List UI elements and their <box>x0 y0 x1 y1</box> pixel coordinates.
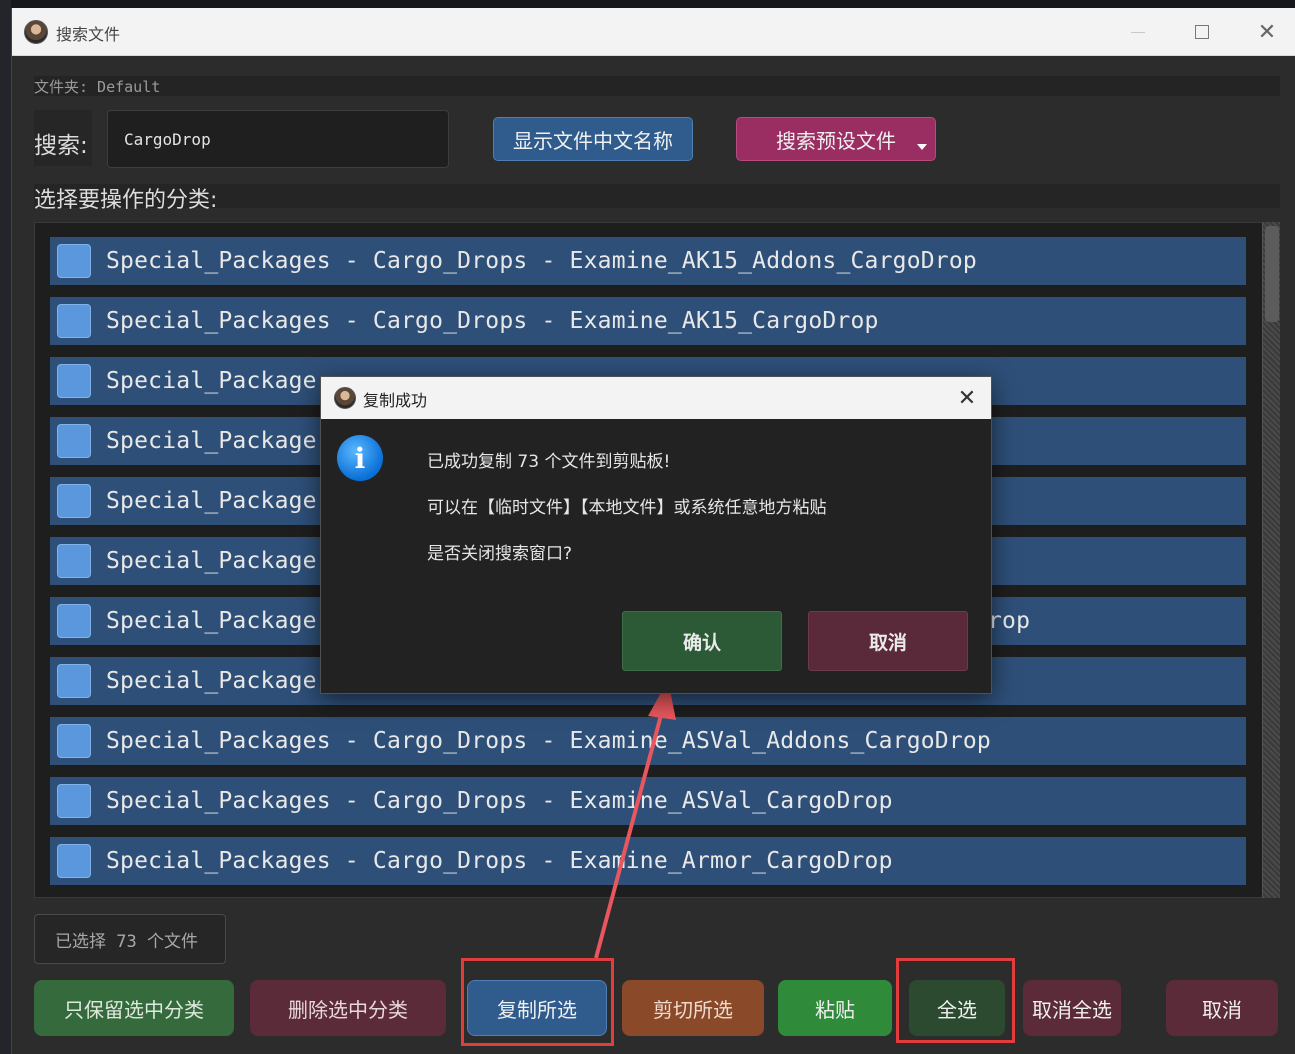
title-bar[interactable]: 搜索文件 ✕ <box>12 8 1295 56</box>
list-scrollbar[interactable] <box>1262 222 1280 898</box>
dialog-title: 复制成功 <box>363 391 428 410</box>
info-icon: i <box>337 435 383 481</box>
list-item-label: Special_Packages - Cargo_Drops - Examine… <box>106 848 893 874</box>
checkbox[interactable] <box>57 664 91 698</box>
checkbox[interactable] <box>57 364 91 398</box>
checkbox[interactable] <box>57 784 91 818</box>
dialog-avatar-icon <box>334 387 356 409</box>
list-item-label: Special_Package <box>106 668 317 694</box>
list-item[interactable]: Special_Packages - Cargo_Drops - Examine… <box>50 237 1246 285</box>
checkbox[interactable] <box>57 244 91 278</box>
checkbox[interactable] <box>57 544 91 578</box>
list-item-label: Special_Package <box>106 368 317 394</box>
maximize-button[interactable] <box>1179 16 1225 48</box>
keep-selected-button[interactable]: 只保留选中分类 <box>34 980 234 1036</box>
folder-row <box>34 76 1280 96</box>
checkbox[interactable] <box>57 604 91 638</box>
selected-count-badge: 已选择 73 个文件 <box>34 914 226 964</box>
search-preset-button[interactable]: 搜索预设文件 <box>736 117 936 161</box>
paste-button[interactable]: 粘贴 <box>778 980 892 1036</box>
list-item-label: Special_Packages - Cargo_Drops - Examine… <box>106 788 893 814</box>
close-icon: ✕ <box>1257 19 1277 45</box>
app-avatar-icon <box>24 20 48 44</box>
confirm-button[interactable]: 确认 <box>622 611 782 671</box>
cut-selected-button[interactable]: 剪切所选 <box>622 980 764 1036</box>
minimize-icon <box>1131 31 1145 33</box>
maximize-icon <box>1195 25 1209 39</box>
list-item-label: Special_Package <box>106 548 317 574</box>
close-button[interactable]: ✕ <box>1244 16 1290 48</box>
checkbox[interactable] <box>57 724 91 758</box>
list-item[interactable]: Special_Packages - Cargo_Drops - Examine… <box>50 297 1246 345</box>
list-item[interactable]: Special_Packages - Cargo_Drops - Examine… <box>50 777 1246 825</box>
dialog-message-line2: 可以在【临时文件】【本地文件】或系统任意地方粘贴 <box>427 498 827 518</box>
list-item[interactable]: Special_Packages - Cargo_Drops - Examine… <box>50 717 1246 765</box>
show-chinese-names-button[interactable]: 显示文件中文名称 <box>493 117 693 161</box>
list-item-label: Special_Package <box>106 608 317 634</box>
minimize-button[interactable] <box>1115 16 1161 48</box>
list-item-label: Special_Packages - Cargo_Drops - Examine… <box>106 308 879 334</box>
dialog-title-bar[interactable]: 复制成功 ✕ <box>321 377 991 419</box>
dialog-cancel-button[interactable]: 取消 <box>808 611 968 671</box>
scrollbar-thumb[interactable] <box>1265 226 1279 322</box>
list-item-label: Special_Packages - Cargo_Drops - Examine… <box>106 728 991 754</box>
copy-highlight-box <box>461 958 614 1046</box>
dialog-close-button[interactable]: ✕ <box>951 383 983 413</box>
window-title: 搜索文件 <box>56 25 121 44</box>
list-item-tail: rop <box>988 608 1031 634</box>
dialog-message-line3: 是否关闭搜索窗口? <box>427 544 573 564</box>
dialog-message-line1: 已成功复制 73 个文件到剪贴板! <box>427 452 671 472</box>
search-label: 搜索: <box>34 133 88 159</box>
unselect-all-button[interactable]: 取消全选 <box>1023 980 1121 1036</box>
checkbox[interactable] <box>57 844 91 878</box>
list-item-label: Special_Package <box>106 488 317 514</box>
select-all-highlight-box <box>896 958 1015 1043</box>
delete-selected-button[interactable]: 删除选中分类 <box>250 980 446 1036</box>
checkbox[interactable] <box>57 484 91 518</box>
copy-success-dialog: 复制成功 ✕ i 已成功复制 73 个文件到剪贴板! 可以在【临时文件】【本地文… <box>320 376 992 694</box>
cancel-button[interactable]: 取消 <box>1166 980 1278 1036</box>
folder-label: 文件夹: Default <box>34 78 161 96</box>
checkbox[interactable] <box>57 304 91 338</box>
chevron-down-icon <box>917 144 927 150</box>
category-bar <box>34 184 1280 208</box>
category-label: 选择要操作的分类: <box>34 188 218 213</box>
list-item-label: Special_Packages - Cargo_Drops - Examine… <box>106 248 977 274</box>
list-item[interactable]: Special_Packages - Cargo_Drops - Examine… <box>50 837 1246 885</box>
desktop-left-strip <box>0 0 11 1054</box>
search-preset-label: 搜索预设文件 <box>776 128 896 153</box>
checkbox[interactable] <box>57 424 91 458</box>
close-icon: ✕ <box>957 385 977 411</box>
search-input[interactable] <box>107 110 449 168</box>
list-item-label: Special_Package <box>106 428 317 454</box>
